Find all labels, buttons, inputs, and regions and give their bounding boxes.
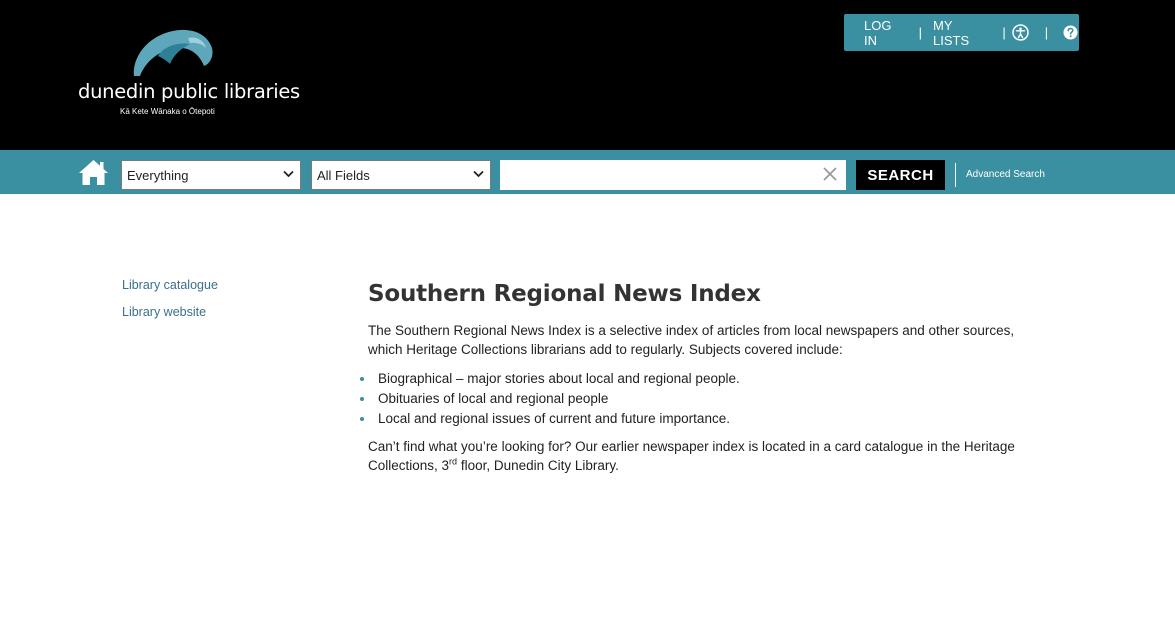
chevron-down-icon [283,170,294,178]
site-header: dunedin public libraries Kā Kete Wānaka … [0,0,1175,150]
search-scope-select[interactable]: Everything [121,160,301,190]
subjects-list: Biographical – major stories about local… [360,369,1038,429]
logo-subtitle: Kā Kete Wānaka o Ōtepoti [120,107,215,116]
page-title: Southern Regional News Index [368,281,761,307]
search-input[interactable] [500,160,846,190]
home-icon[interactable] [78,159,109,186]
outro-paragraph: Can’t find what you’re looking for? Our … [368,437,1038,475]
list-item: Local and regional issues of current and… [360,409,1038,429]
separator: | [1044,25,1049,40]
logo-name: dunedin public libraries [78,80,300,103]
divider [955,163,956,187]
login-link[interactable]: LOG IN [864,18,908,48]
separator: | [1002,25,1006,40]
clear-search-icon[interactable] [822,166,838,182]
main-content: Southern Regional News Index The Souther… [360,281,1038,475]
outro-text-end: floor, Dunedin City Library. [457,458,619,473]
search-field-value: All Fields [317,168,370,183]
sidebar-nav: Library catalogue Library website [122,278,218,332]
separator: | [918,25,922,40]
logo-wave-icon [133,29,213,77]
list-item: Biographical – major stories about local… [360,369,1038,389]
search-button[interactable]: SEARCH [856,160,945,190]
chevron-down-icon [473,170,484,178]
sidebar-item-library-website[interactable]: Library website [122,305,218,332]
search-scope-value: Everything [127,168,189,183]
advanced-search-link[interactable]: Advanced Search [966,169,1045,180]
accessibility-icon[interactable] [1012,24,1029,41]
user-links-bar: LOG IN | MY LISTS | | [844,14,1079,51]
my-lists-link[interactable]: MY LISTS [933,18,991,48]
sidebar-item-library-catalogue[interactable]: Library catalogue [122,278,218,305]
search-field-select[interactable]: All Fields [311,160,491,190]
list-item: Obituaries of local and regional people [360,389,1038,409]
intro-paragraph: The Southern Regional News Index is a se… [368,323,1015,357]
search-bar: Everything All Fields SEARCH Advanced Se… [0,150,1175,194]
help-icon[interactable] [1062,24,1079,41]
library-logo[interactable]: dunedin public libraries Kā Kete Wānaka … [78,26,300,122]
ordinal-suffix: rd [449,456,458,467]
